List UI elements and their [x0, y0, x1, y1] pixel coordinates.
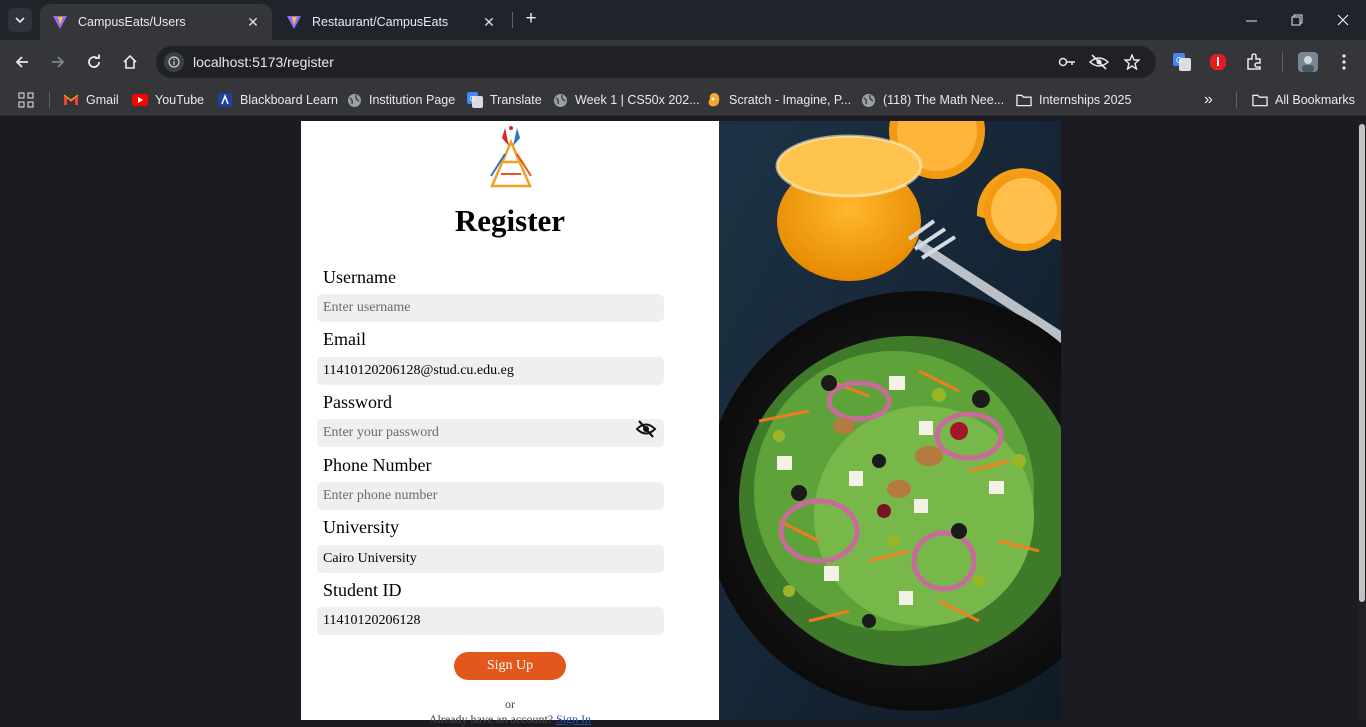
- chevron-double-right-icon: »: [1204, 91, 1213, 108]
- tab-restaurant-campuseats[interactable]: Restaurant/CampusEats ✕: [274, 4, 508, 40]
- minimize-icon: [1245, 20, 1257, 21]
- minimize-button[interactable]: [1228, 0, 1274, 40]
- eye-off-icon[interactable]: [635, 419, 657, 439]
- bookmark-scratch[interactable]: Scratch - Imagine, P...: [706, 84, 851, 116]
- tab-title: CampusEats/Users: [78, 15, 186, 29]
- arrow-left-icon: [15, 56, 28, 68]
- google-translate-extension-icon[interactable]: G: [1172, 52, 1192, 72]
- avatar[interactable]: [1298, 52, 1318, 72]
- tab-search-button[interactable]: [8, 8, 32, 32]
- bookmark-cs50[interactable]: Week 1 | CS50x 202...: [552, 84, 700, 116]
- toolbar-divider: [1282, 52, 1283, 72]
- globe-icon: [346, 92, 362, 108]
- username-label: Username: [323, 267, 396, 287]
- globe-icon: [552, 92, 568, 108]
- student-id-input[interactable]: [317, 607, 664, 635]
- email-label: Email: [323, 329, 366, 349]
- home-icon: [123, 54, 137, 69]
- university-input[interactable]: [317, 545, 664, 573]
- already-have-account-text: Already have an account?: [428, 712, 554, 726]
- svg-text:G: G: [1176, 56, 1182, 65]
- forward-button[interactable]: [44, 48, 72, 76]
- vite-icon: [287, 16, 301, 29]
- university-label: University: [323, 517, 399, 537]
- folder-icon: [1016, 92, 1032, 108]
- page-title: Register: [454, 203, 566, 238]
- adblock-extension-icon[interactable]: [1208, 52, 1228, 72]
- bookmark-gmail[interactable]: Gmail: [63, 84, 119, 116]
- back-button[interactable]: [8, 48, 36, 76]
- close-icon[interactable]: ✕: [480, 13, 498, 31]
- youtube-icon: [132, 92, 148, 108]
- svg-text:G: G: [470, 96, 475, 103]
- phone-number-input[interactable]: [317, 482, 664, 510]
- gmail-icon: [63, 92, 79, 108]
- student-id-label: Student ID: [323, 580, 402, 600]
- salad-photo: [719, 121, 1061, 720]
- puzzle-icon[interactable]: [1244, 52, 1264, 72]
- new-tab-button[interactable]: +: [520, 9, 542, 31]
- apps-button[interactable]: [18, 84, 34, 116]
- folder-icon: [1252, 92, 1268, 108]
- restore-icon: [1291, 14, 1303, 26]
- password-label: Password: [323, 392, 393, 412]
- kebab-menu-icon[interactable]: [1334, 52, 1354, 72]
- translate-icon: G: [467, 92, 483, 108]
- globe-icon: [860, 92, 876, 108]
- or-divider-text: or: [505, 697, 515, 711]
- eye-off-icon[interactable]: [1089, 53, 1109, 71]
- page-scrollbar[interactable]: [1358, 121, 1366, 720]
- bookmarks-divider: [1236, 92, 1237, 108]
- close-icon: [1337, 14, 1349, 26]
- tab-title: Restaurant/CampusEats: [312, 15, 449, 29]
- tab-campuseats-users[interactable]: CampusEats/Users ✕: [40, 4, 272, 40]
- username-input[interactable]: [317, 294, 664, 322]
- bookmark-internships-2025[interactable]: Internships 2025: [1016, 84, 1131, 116]
- arrow-right-icon: [52, 56, 65, 68]
- tab-strip: CampusEats/Users ✕ Restaurant/CampusEats…: [0, 0, 1366, 40]
- bookmarks-overflow-button[interactable]: »: [1204, 84, 1213, 116]
- bookmark-youtube[interactable]: YouTube: [132, 84, 204, 116]
- site-info-icon[interactable]: [164, 52, 184, 72]
- bookmarks-divider: [49, 92, 50, 108]
- all-bookmarks-button[interactable]: All Bookmarks: [1252, 84, 1355, 116]
- sign-up-button[interactable]: Sign Up: [454, 652, 566, 680]
- reload-icon: [88, 54, 100, 68]
- browser-toolbar: localhost:5173/register G: [0, 40, 1366, 84]
- tab-divider: [512, 12, 513, 28]
- campus-eats-logo: [490, 126, 532, 188]
- bookmarks-bar: Gmail YouTube Blackboard Learn Instituti…: [0, 84, 1366, 116]
- star-icon[interactable]: [1122, 53, 1142, 71]
- chevron-down-icon: [15, 17, 25, 24]
- close-window-button[interactable]: [1320, 0, 1366, 40]
- email-input[interactable]: [317, 357, 664, 385]
- scrollbar-thumb[interactable]: [1359, 124, 1365, 602]
- vite-icon: [53, 16, 67, 29]
- bookmark-blackboard[interactable]: Blackboard Learn: [217, 84, 338, 116]
- restore-button[interactable]: [1274, 0, 1320, 40]
- address-bar[interactable]: localhost:5173/register: [156, 46, 1156, 78]
- register-form-panel: Register Username Email Password Phone N…: [301, 121, 719, 726]
- reload-button[interactable]: [80, 48, 108, 76]
- bookmark-translate[interactable]: G Translate: [467, 84, 542, 116]
- sign-in-link[interactable]: Sign In: [556, 712, 591, 726]
- blackboard-icon: [217, 92, 233, 108]
- password-input[interactable]: [317, 419, 664, 447]
- bookmark-institution-page[interactable]: Institution Page: [346, 84, 455, 116]
- key-icon[interactable]: [1057, 53, 1077, 71]
- url-text: localhost:5173/register: [193, 54, 334, 70]
- bookmark-math-needs[interactable]: (118) The Math Nee...: [860, 84, 1004, 116]
- scratch-icon: [706, 92, 722, 108]
- close-icon[interactable]: ✕: [244, 13, 262, 31]
- home-button[interactable]: [116, 48, 144, 76]
- phone-number-label: Phone Number: [323, 455, 432, 475]
- apps-grid-icon: [18, 92, 34, 108]
